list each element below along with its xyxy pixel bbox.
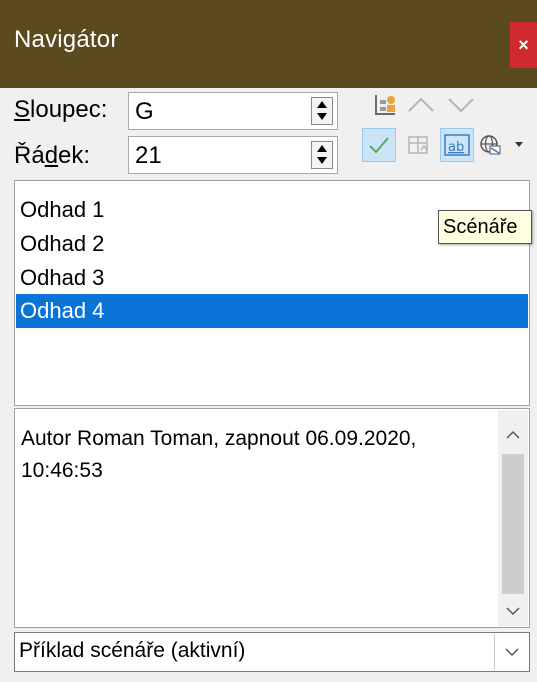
- column-label-rest: loupec:: [30, 96, 108, 123]
- scroll-thumb[interactable]: [502, 454, 524, 594]
- dropdown-button[interactable]: [494, 634, 528, 670]
- row-input[interactable]: 21: [135, 142, 162, 170]
- document-select[interactable]: Příklad scénáře (aktivní): [14, 632, 530, 672]
- document-select-value: Příklad scénáře (aktivní): [19, 639, 246, 662]
- window-title: Navigátor: [14, 26, 119, 53]
- chevron-down-icon: [504, 648, 519, 657]
- spin-up-icon[interactable]: [317, 101, 327, 108]
- row-label-mnemonic: d: [44, 142, 59, 169]
- row-label-post: ek:: [58, 142, 91, 169]
- scenario-comment-box[interactable]: Autor Roman Toman, zapnout 06.09.2020, 1…: [14, 408, 530, 628]
- close-button[interactable]: ×: [510, 22, 537, 68]
- spin-down-icon[interactable]: [317, 113, 327, 120]
- data-range-icon[interactable]: [362, 128, 396, 162]
- vertical-scrollbar[interactable]: [498, 410, 528, 626]
- row-spinbox[interactable]: 21: [128, 136, 338, 174]
- column-input[interactable]: G: [135, 98, 154, 126]
- content-view-icon[interactable]: [368, 88, 402, 122]
- list-item-selected[interactable]: Odhad 4: [16, 294, 528, 328]
- row-spin-buttons[interactable]: [311, 141, 333, 169]
- scenarios-icon[interactable]: ab: [440, 128, 474, 162]
- column-spin-buttons[interactable]: [311, 97, 333, 125]
- svg-text:ab: ab: [448, 140, 464, 155]
- spin-up-icon[interactable]: [317, 145, 327, 152]
- previous-icon[interactable]: [404, 88, 438, 122]
- row-label-pre: Řá: [14, 142, 45, 169]
- document-selector-icon[interactable]: [476, 128, 526, 162]
- drag-mode-icon[interactable]: [402, 128, 436, 162]
- scenario-comment: Autor Roman Toman, zapnout 06.09.2020, 1…: [21, 427, 417, 482]
- column-label-mnemonic: S: [14, 96, 31, 123]
- column-label: Sloupec:: [14, 96, 107, 124]
- scroll-up-icon[interactable]: [498, 418, 528, 452]
- tooltip: Scénáře: [438, 210, 532, 244]
- spin-down-icon[interactable]: [317, 157, 327, 164]
- column-spinbox[interactable]: G: [128, 92, 338, 130]
- title-bar: Navigátor ×: [0, 0, 537, 88]
- row-label: Řádek:: [14, 142, 90, 170]
- close-icon: ×: [518, 34, 529, 55]
- scroll-down-icon[interactable]: [498, 594, 528, 628]
- list-item[interactable]: Odhad 3: [16, 261, 528, 295]
- next-icon[interactable]: [444, 88, 478, 122]
